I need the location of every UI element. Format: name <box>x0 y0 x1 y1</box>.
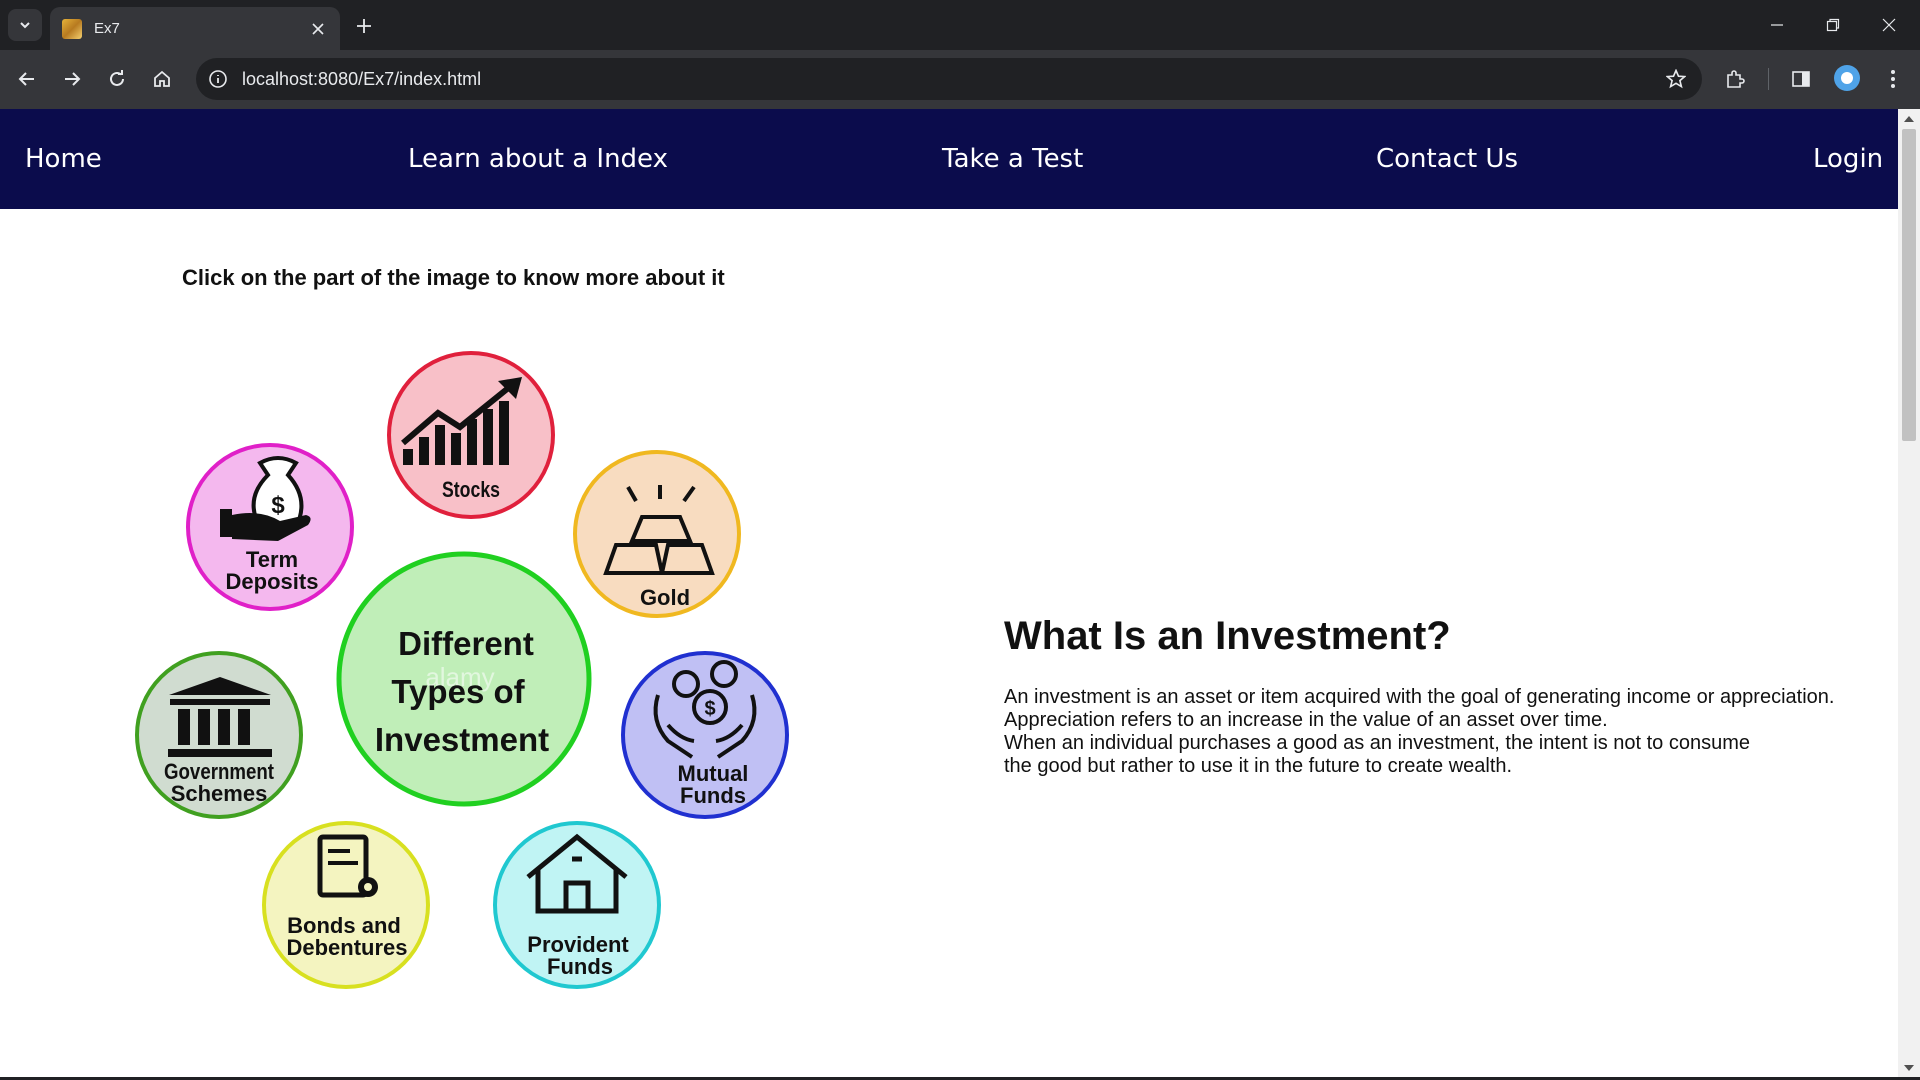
center-title-line3: Investment <box>375 721 549 758</box>
browser-tab[interactable]: Ex7 <box>50 7 340 50</box>
nav-take-test[interactable]: Take a Test <box>942 144 1083 174</box>
svg-text:$: $ <box>271 492 285 519</box>
back-button[interactable] <box>10 62 44 96</box>
nav-contact-us[interactable]: Contact Us <box>1376 144 1518 174</box>
tab-search-button[interactable] <box>8 9 42 41</box>
gold-label: Gold <box>640 585 690 610</box>
restore-button[interactable] <box>1818 10 1848 40</box>
government-schemes-area[interactable]: Government Schemes <box>135 651 303 819</box>
article-line: the good but rather to use it in the fut… <box>1004 755 1513 777</box>
center-title-line1: Different <box>398 625 534 662</box>
toolbar-divider <box>1768 68 1769 90</box>
nav-home[interactable]: Home <box>25 144 102 174</box>
forward-button[interactable] <box>55 62 89 96</box>
article-line: When an individual purchases a good as a… <box>1004 732 1751 754</box>
tab-title: Ex7 <box>94 20 120 37</box>
back-arrow-icon <box>18 72 34 86</box>
side-panel-icon <box>1792 71 1810 87</box>
minimize-icon <box>1771 24 1783 26</box>
stocks-area[interactable]: Stocks <box>387 351 555 519</box>
term-deposits-label-line2: Deposits <box>226 569 319 594</box>
profile-avatar[interactable] <box>1834 65 1860 91</box>
nav-learn-index[interactable]: Learn about a Index <box>408 144 668 174</box>
chevron-down-icon <box>20 22 30 29</box>
provident-funds-area[interactable]: Provident Funds <box>493 821 661 989</box>
scroll-up-arrow-icon[interactable] <box>1898 109 1920 129</box>
page-scrollbar[interactable] <box>1898 109 1920 1078</box>
browser-menu-button[interactable] <box>1876 62 1910 96</box>
page-viewport: Home Learn about a Index Take a Test Con… <box>0 109 1898 1078</box>
investment-types-image-map: Stocks $ Term Deposits Gold alamy Differ… <box>135 351 789 989</box>
side-panel-button[interactable] <box>1784 62 1818 96</box>
reload-icon <box>110 70 124 86</box>
svg-text:$: $ <box>704 698 715 720</box>
provident-funds-label-line2: Funds <box>547 954 613 979</box>
center-title-line2: Types of <box>391 673 525 710</box>
scroll-down-arrow-icon[interactable] <box>1898 1058 1920 1078</box>
article-line: Appreciation refers to an increase in th… <box>1004 709 1608 731</box>
site-info-icon[interactable] <box>206 67 230 91</box>
term-deposits-area[interactable]: $ Term Deposits <box>186 443 354 611</box>
nav-login[interactable]: Login <box>1813 144 1883 174</box>
favicon-icon <box>62 18 82 39</box>
gold-area[interactable]: Gold <box>573 450 741 618</box>
minimize-button[interactable] <box>1762 10 1792 40</box>
government-schemes-label-line2: Schemes <box>171 781 268 806</box>
restore-icon <box>1826 18 1840 32</box>
article-title: What Is an Investment? <box>1004 614 1451 658</box>
reload-button[interactable] <box>100 62 134 96</box>
mutual-funds-label-line2: Funds <box>680 783 746 808</box>
stocks-label: Stocks <box>442 477 500 502</box>
home-button[interactable] <box>145 62 179 96</box>
site-navbar: Home Learn about a Index Take a Test Con… <box>0 109 1898 209</box>
bookmark-star-icon[interactable] <box>1664 67 1688 91</box>
browser-toolbar: localhost:8080/Ex7/index.html <box>0 50 1920 109</box>
mutual-funds-area[interactable]: $ Mutual Funds <box>621 651 789 819</box>
bonds-label-line2: Debentures <box>286 935 407 960</box>
puzzle-icon <box>1727 70 1745 88</box>
forward-arrow-icon <box>65 72 81 86</box>
browser-tab-strip: Ex7 <box>0 0 1920 50</box>
extensions-button[interactable] <box>1718 62 1752 96</box>
address-bar[interactable]: localhost:8080/Ex7/index.html <box>196 58 1702 100</box>
home-icon <box>154 70 170 87</box>
article-body: An investment is an asset or item acquir… <box>1004 686 1884 778</box>
close-tab-icon[interactable] <box>308 19 328 39</box>
close-icon <box>1882 18 1896 32</box>
new-tab-button[interactable] <box>350 12 378 40</box>
instruction-text: Click on the part of the image to know m… <box>182 265 725 290</box>
url-text[interactable]: localhost:8080/Ex7/index.html <box>242 69 481 90</box>
bonds-debentures-area[interactable]: Bonds and Debentures <box>262 821 430 989</box>
scrollbar-thumb[interactable] <box>1902 129 1916 441</box>
plus-icon <box>357 19 371 33</box>
center-title-area[interactable]: alamy Different Types of Investment <box>336 551 592 807</box>
article-line: An investment is an asset or item acquir… <box>1004 686 1835 708</box>
more-vert-icon <box>1891 70 1895 88</box>
close-window-button[interactable] <box>1874 10 1904 40</box>
